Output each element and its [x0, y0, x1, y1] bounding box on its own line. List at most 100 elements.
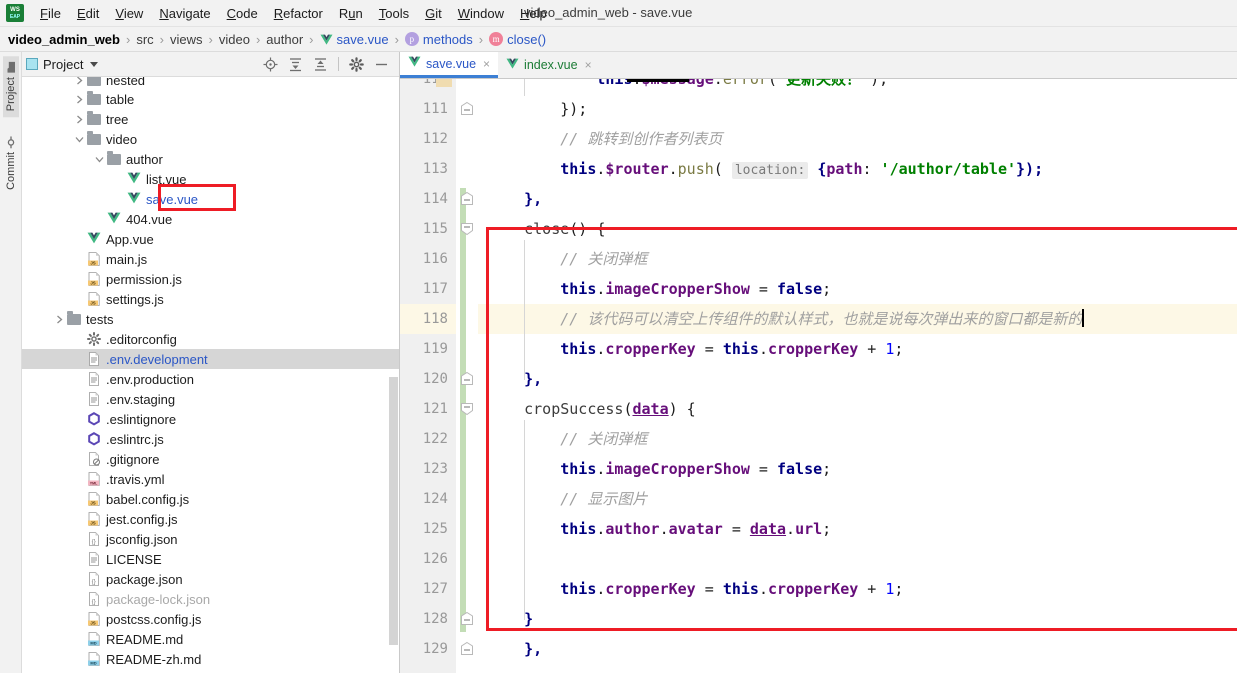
- collapse-all-icon[interactable]: [313, 57, 328, 72]
- menu-item-navigate[interactable]: Navigate: [151, 3, 218, 24]
- tree-item--eslintignore[interactable]: .eslintignore: [22, 409, 399, 429]
- code-line-123[interactable]: this.imageCropperShow = false;: [488, 454, 1237, 484]
- tree-item-package-json[interactable]: {} package.json: [22, 569, 399, 589]
- tree-item--env-staging[interactable]: .env.staging: [22, 389, 399, 409]
- menu-item-refactor[interactable]: Refactor: [266, 3, 331, 24]
- code-line-122[interactable]: // 关闭弹框: [488, 424, 1237, 454]
- fold-end-icon[interactable]: [459, 611, 475, 627]
- code-line-120[interactable]: },: [488, 364, 1237, 394]
- locate-target-icon[interactable]: [263, 57, 278, 72]
- code-line-127[interactable]: this.cropperKey = this.cropperKey + 1;: [488, 574, 1237, 604]
- tree-item-babel-config-js[interactable]: JS babel.config.js: [22, 489, 399, 509]
- fold-end-icon[interactable]: [459, 641, 475, 657]
- code-line-128[interactable]: }: [488, 604, 1237, 634]
- tree-item-readme-zh-md[interactable]: MD README-zh.md: [22, 649, 399, 669]
- tree-item-author[interactable]: author: [22, 149, 399, 169]
- tree-item-list-vue[interactable]: list.vue: [22, 169, 399, 189]
- tree-item-jest-config-js[interactable]: JS jest.config.js: [22, 509, 399, 529]
- tree-item--env-production[interactable]: .env.production: [22, 369, 399, 389]
- code-line-125[interactable]: this.author.avatar = data.url;: [488, 514, 1237, 544]
- tree-item-license[interactable]: LICENSE: [22, 549, 399, 569]
- fold-end-icon[interactable]: [459, 371, 475, 387]
- breadcrumb-item-methods[interactable]: p methods: [404, 32, 473, 47]
- menu-item-edit[interactable]: Edit: [69, 3, 107, 24]
- tree-item-tests[interactable]: tests: [22, 309, 399, 329]
- code-line-112[interactable]: // 跳转到创作者列表页: [488, 124, 1237, 154]
- code-line-117[interactable]: this.imageCropperShow = false;: [488, 274, 1237, 304]
- tree-item-nested[interactable]: nested: [22, 77, 399, 89]
- chevron-down-icon[interactable]: [74, 134, 85, 145]
- tree-item-table[interactable]: table: [22, 89, 399, 109]
- project-file-tree[interactable]: nested table tree video author list.vue save.v…: [22, 77, 399, 673]
- expand-all-icon[interactable]: [288, 57, 303, 72]
- menu-item-code[interactable]: Code: [219, 3, 266, 24]
- project-panel-title[interactable]: Project: [26, 57, 99, 72]
- tree-item-video[interactable]: video: [22, 129, 399, 149]
- code-line-111[interactable]: });: [488, 94, 1237, 124]
- code-line-119[interactable]: this.cropperKey = this.cropperKey + 1;: [488, 334, 1237, 364]
- menu-item-tools[interactable]: Tools: [371, 3, 417, 24]
- tree-item--travis-yml[interactable]: YML .travis.yml: [22, 469, 399, 489]
- chevron-right-icon[interactable]: [74, 94, 85, 105]
- tree-item-readme-md[interactable]: MD README.md: [22, 629, 399, 649]
- breadcrumb-item-video[interactable]: video: [219, 32, 250, 47]
- close-icon[interactable]: ×: [483, 57, 490, 71]
- hide-minimize-icon[interactable]: [374, 57, 389, 72]
- chevron-right-icon[interactable]: [74, 77, 85, 86]
- fold-end-icon[interactable]: [459, 191, 475, 207]
- tree-item--eslintrc-js[interactable]: .eslintrc.js: [22, 429, 399, 449]
- code-line-129[interactable]: },: [488, 634, 1237, 664]
- code-line-118[interactable]: // 该代码可以清空上传组件的默认样式，也就是说每次弹出来的窗口都是新的: [488, 304, 1237, 334]
- breadcrumb-item-close-[interactable]: m close(): [489, 32, 546, 47]
- tree-item--editorconfig[interactable]: .editorconfig: [22, 329, 399, 349]
- tree-item--env-development[interactable]: .env.development: [22, 349, 399, 369]
- tree-item-postcss-config-js[interactable]: JS postcss.config.js: [22, 609, 399, 629]
- chevron-right-icon[interactable]: [74, 114, 85, 125]
- chevron-right-icon[interactable]: [54, 314, 65, 325]
- code-line-124[interactable]: // 显示图片: [488, 484, 1237, 514]
- menu-item-view[interactable]: View: [107, 3, 151, 24]
- fold-collapse-icon[interactable]: [459, 221, 475, 237]
- tool-tab-commit[interactable]: Commit: [3, 131, 19, 196]
- menu-item-file[interactable]: File: [32, 3, 69, 24]
- tree-item-app-vue[interactable]: App.vue: [22, 229, 399, 249]
- code-line-126[interactable]: [488, 544, 1237, 574]
- tree-item-settings-js[interactable]: JS settings.js: [22, 289, 399, 309]
- code-line-115[interactable]: close() {: [488, 214, 1237, 244]
- tree-item-tree[interactable]: tree: [22, 109, 399, 129]
- code-line-116[interactable]: // 关闭弹框: [488, 244, 1237, 274]
- tree-item-save-vue[interactable]: save.vue: [22, 189, 399, 209]
- fold-end-icon[interactable]: [459, 101, 475, 117]
- breadcrumb-item-save-vue[interactable]: save.vue: [320, 32, 389, 47]
- menu-item-window[interactable]: Window: [450, 3, 512, 24]
- code-line-113[interactable]: this.$router.push( location: {path: '/au…: [488, 154, 1237, 184]
- tree-item-main-js[interactable]: JS main.js: [22, 249, 399, 269]
- project-tree-scrollbar[interactable]: [389, 377, 398, 645]
- breadcrumb-item-author[interactable]: author: [266, 32, 303, 47]
- editor-tab-save-vue[interactable]: save.vue ×: [400, 52, 499, 78]
- close-icon[interactable]: ×: [585, 58, 592, 72]
- chevron-down-icon[interactable]: [90, 61, 99, 67]
- tree-item-package-lock-json[interactable]: {} package-lock.json: [22, 589, 399, 609]
- menu-item-run[interactable]: Run: [331, 3, 371, 24]
- menu-item-git[interactable]: Git: [417, 3, 450, 24]
- breadcrumb-item-views[interactable]: views: [170, 32, 203, 47]
- gutter-markers[interactable]: [456, 79, 478, 673]
- tree-item-jsconfig-json[interactable]: {} jsconfig.json: [22, 529, 399, 549]
- code-line-121[interactable]: cropSuccess(data) {: [488, 394, 1237, 424]
- breadcrumb-item-video-admin-web[interactable]: video_admin_web: [8, 32, 120, 47]
- code-area[interactable]: 1101111121131141151161171181191201211221…: [400, 79, 1237, 673]
- tree-item-permission-js[interactable]: JS permission.js: [22, 269, 399, 289]
- fold-collapse-icon[interactable]: [459, 401, 475, 417]
- code-line-110[interactable]: this.$message.error("更新失败！");: [488, 79, 1237, 94]
- editor-tab-index-vue[interactable]: index.vue ×: [498, 52, 600, 78]
- code-lines[interactable]: this.$message.error("更新失败！"); }); // 跳转到…: [478, 79, 1237, 673]
- svg-text:JS: JS: [90, 281, 95, 286]
- tree-item-404-vue[interactable]: 404.vue: [22, 209, 399, 229]
- settings-gear-icon[interactable]: [349, 56, 364, 72]
- chevron-down-icon[interactable]: [94, 154, 105, 165]
- breadcrumb-item-src[interactable]: src: [136, 32, 153, 47]
- tree-item--gitignore[interactable]: .gitignore: [22, 449, 399, 469]
- tool-tab-project[interactable]: Project: [2, 56, 19, 118]
- code-line-114[interactable]: },: [488, 184, 1237, 214]
